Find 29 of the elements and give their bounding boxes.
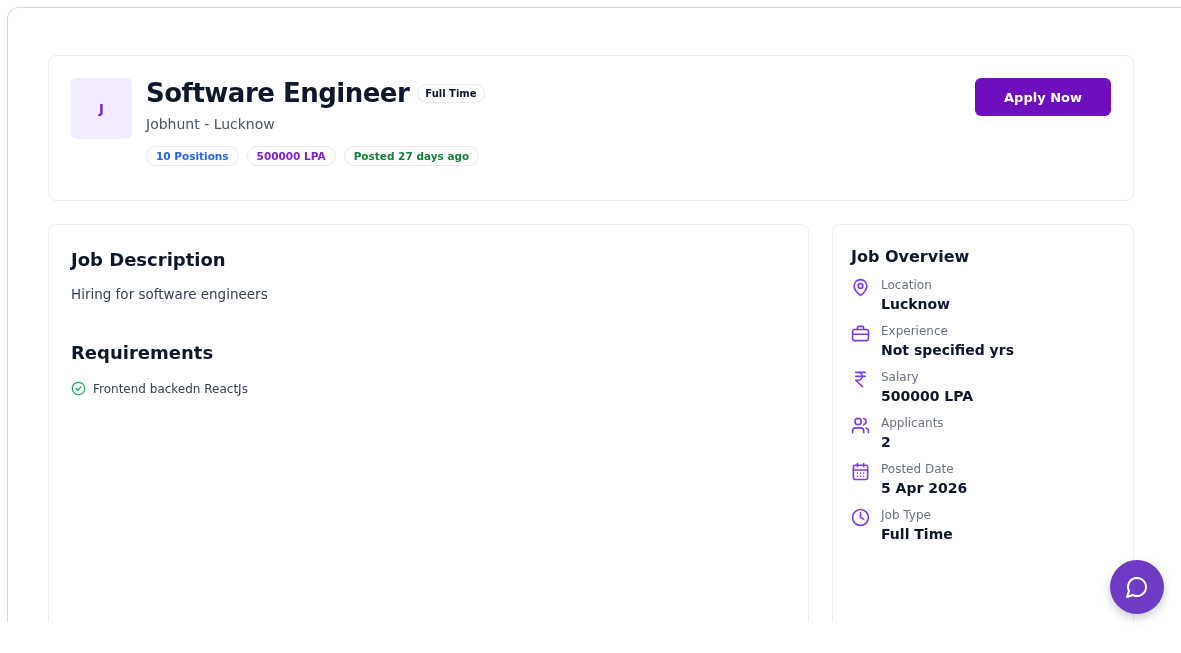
- job-title: Software Engineer: [146, 78, 410, 108]
- clock-icon: [851, 508, 870, 527]
- calendar-icon: [851, 462, 870, 481]
- section-heading: Job Description: [71, 249, 227, 270]
- overview-value: Full Time: [881, 526, 953, 542]
- overview-label: Applicants: [881, 416, 944, 430]
- chat-bubble-icon: [1125, 575, 1149, 599]
- section-heading: Job Overview: [851, 247, 971, 266]
- overview-value: Not specified yrs: [881, 342, 1014, 358]
- apply-button[interactable]: Apply Now: [975, 78, 1111, 116]
- location-pin-icon: [851, 278, 870, 297]
- chat-button[interactable]: [1110, 560, 1164, 614]
- users-icon: [851, 416, 870, 435]
- requirement-text: Frontend backedn ReactJs: [93, 381, 248, 396]
- overview-label: Salary: [881, 370, 920, 384]
- overview-value: 5 Apr 2026: [881, 480, 968, 496]
- overview-label: Experience: [881, 324, 949, 338]
- overview-value: 2: [881, 434, 892, 450]
- overview-value: Lucknow: [881, 296, 950, 312]
- overview-label: Job Type: [881, 508, 932, 522]
- check-circle-icon: [71, 381, 86, 396]
- briefcase-icon: [851, 324, 870, 343]
- overview-label: Location: [881, 278, 933, 292]
- overview-value: 500000 LPA: [881, 388, 974, 404]
- description-text: Hiring for software engineers: [71, 286, 269, 302]
- company-location: Jobhunt - Lucknow: [146, 116, 276, 132]
- overview-label: Posted Date: [881, 462, 955, 476]
- section-heading: Requirements: [71, 342, 215, 363]
- company-logo: J: [71, 78, 132, 139]
